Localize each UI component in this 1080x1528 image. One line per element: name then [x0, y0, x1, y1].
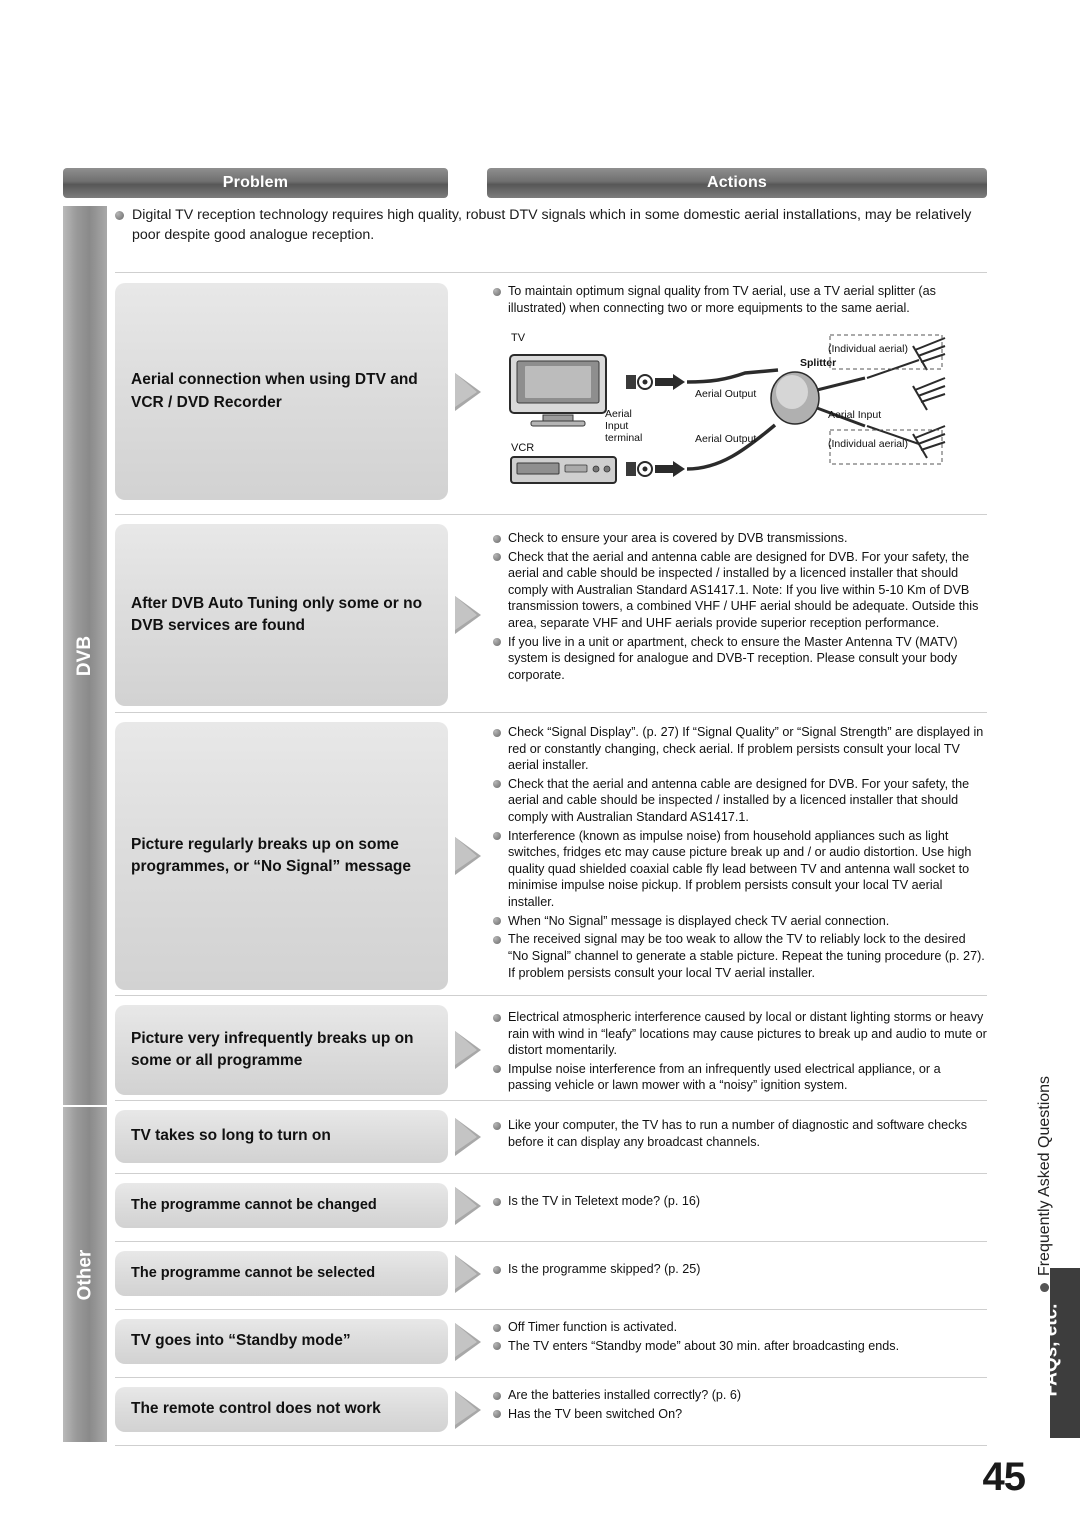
section-spine-dvb: DVB [63, 206, 107, 1105]
diagram-label-aerial-input: Aerial Input [828, 409, 882, 421]
arrow-icon [455, 1255, 481, 1293]
problem-cell: After DVB Auto Tuning only some or no DV… [115, 524, 448, 706]
action-item: Is the programme skipped? (p. 25) [493, 1261, 987, 1278]
action-item: Off Timer function is activated. [493, 1319, 987, 1336]
aerial-connection-diagram: TV VCR Aerial Input terminal Aerial Outp… [495, 330, 975, 510]
row-divider [115, 272, 987, 273]
actions-cell: Check to ensure your area is covered by … [493, 530, 987, 685]
diagram-label-individual-aerial-2: (Individual aerial) [828, 438, 908, 450]
row-divider [115, 514, 987, 515]
action-item: To maintain optimum signal quality from … [493, 283, 987, 316]
arrow-icon [455, 1391, 481, 1429]
diagram-label-aerial-output-1: Aerial Output [695, 388, 757, 400]
row-divider [115, 1377, 987, 1378]
row-divider [115, 1309, 987, 1310]
column-header-actions: Actions [487, 168, 987, 198]
action-item: The TV enters “Standby mode” about 30 mi… [493, 1338, 987, 1355]
side-tab-faq-bold-text: FAQs, etc. [1040, 1303, 1062, 1397]
row-divider [115, 1173, 987, 1174]
actions-cell: To maintain optimum signal quality from … [493, 283, 987, 318]
row-divider [115, 995, 987, 996]
diagram-label-tv: TV [511, 332, 526, 344]
top-note: Digital TV reception technology requires… [115, 206, 987, 248]
actions-cell: Like your computer, the TV has to run a … [493, 1117, 987, 1152]
problem-cell: TV goes into “Standby mode” [115, 1319, 448, 1364]
page-root: Problem Actions DVB Other Frequently Ask… [0, 0, 1080, 1528]
actions-cell: Off Timer function is activated. The TV … [493, 1319, 987, 1356]
problem-cell: Picture regularly breaks up on some prog… [115, 722, 448, 990]
action-item: Electrical atmospheric interference caus… [493, 1009, 987, 1059]
action-item: The received signal may be too weak to a… [493, 931, 987, 981]
diagram-label-individual-aerial-1: (Individual aerial) [828, 343, 908, 355]
spine-label-other: Other [74, 1249, 95, 1300]
action-item: Are the batteries installed correctly? (… [493, 1387, 987, 1404]
actions-cell: Check “Signal Display”. (p. 27) If “Sign… [493, 724, 987, 983]
actions-cell: Is the TV in Teletext mode? (p. 16) [493, 1193, 987, 1212]
diagram-label-aerial-input-terminal: Aerial Input terminal [605, 408, 643, 445]
page-number: 45 [982, 1455, 1026, 1499]
problem-cell: The remote control does not work [115, 1387, 448, 1432]
column-header-problem: Problem [63, 168, 448, 198]
action-item: Is the TV in Teletext mode? (p. 16) [493, 1193, 987, 1210]
actions-cell: Electrical atmospheric interference caus… [493, 1009, 987, 1096]
spine-label-dvb: DVB [74, 635, 95, 676]
problem-cell: The programme cannot be changed [115, 1183, 448, 1228]
action-item: Has the TV been switched On? [493, 1406, 987, 1423]
action-item: Check to ensure your area is covered by … [493, 530, 987, 547]
problem-cell: Aerial connection when using DTV and VCR… [115, 283, 448, 500]
diagram-label-vcr: VCR [511, 442, 535, 454]
problem-cell: The programme cannot be selected [115, 1251, 448, 1296]
arrow-icon [455, 837, 481, 875]
diagram-label-splitter: Splitter [800, 357, 837, 369]
side-tab-faq-text: Frequently Asked Questions [1036, 1075, 1054, 1277]
arrow-icon [455, 373, 481, 411]
action-item: Check “Signal Display”. (p. 27) If “Sign… [493, 724, 987, 774]
action-item: Impulse noise interference from an infre… [493, 1061, 987, 1094]
action-item: Check that the aerial and antenna cable … [493, 549, 987, 632]
top-note-item: Digital TV reception technology requires… [115, 206, 987, 246]
diagram-svg [509, 334, 946, 484]
row-divider [115, 712, 987, 713]
problem-cell: Picture very infrequently breaks up on s… [115, 1005, 448, 1095]
action-item: Interference (known as impulse noise) fr… [493, 828, 987, 911]
action-item: Check that the aerial and antenna cable … [493, 776, 987, 826]
problem-cell: TV takes so long to turn on [115, 1110, 448, 1163]
actions-cell: Are the batteries installed correctly? (… [493, 1387, 987, 1424]
arrow-icon [455, 596, 481, 634]
arrow-icon [455, 1031, 481, 1069]
actions-cell: Is the programme skipped? (p. 25) [493, 1261, 987, 1280]
side-tab-faq-bold: FAQs, etc. [1019, 1270, 1080, 1430]
action-item: If you live in a unit or apartment, chec… [493, 634, 987, 684]
diagram-label-aerial-output-2: Aerial Output [695, 433, 757, 445]
arrow-icon [455, 1323, 481, 1361]
row-divider [115, 1241, 987, 1242]
row-divider [115, 1445, 987, 1446]
arrow-icon [455, 1187, 481, 1225]
action-item: Like your computer, the TV has to run a … [493, 1117, 987, 1150]
row-divider [115, 1100, 987, 1101]
action-item: When “No Signal” message is displayed ch… [493, 913, 987, 930]
arrow-icon [455, 1118, 481, 1156]
section-spine-other: Other [63, 1107, 107, 1442]
